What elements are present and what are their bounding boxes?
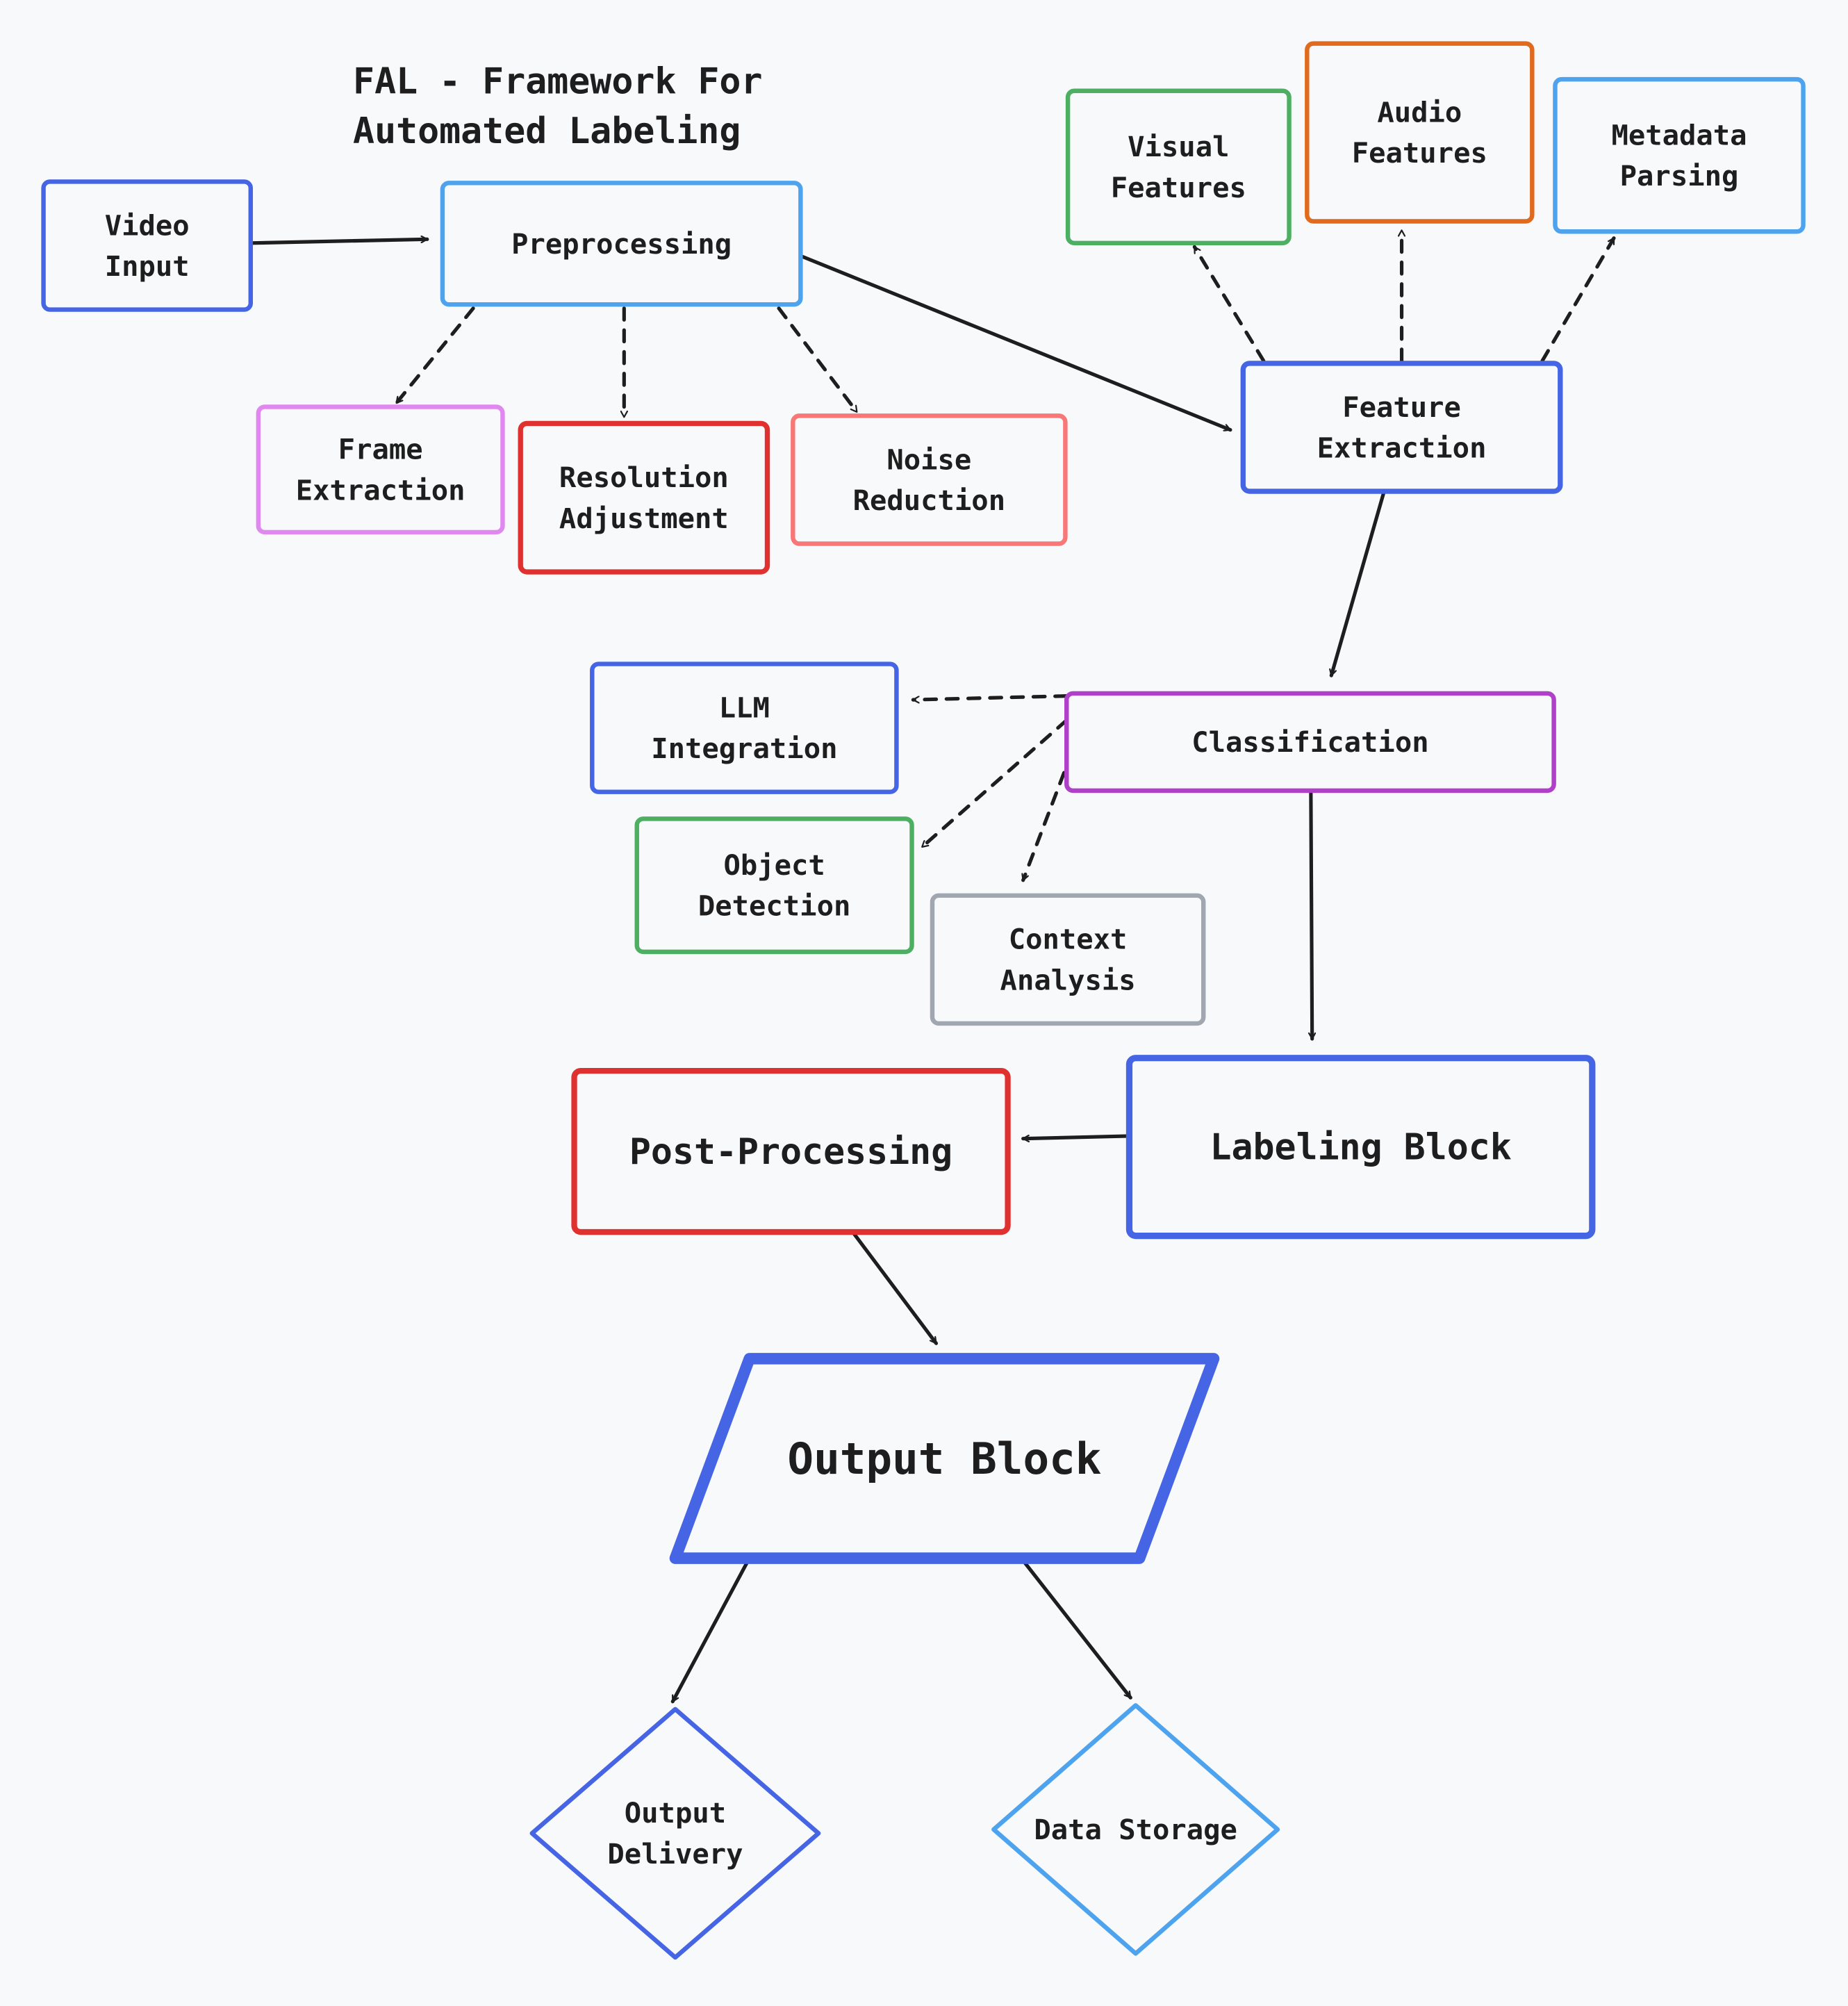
node-labeling-block[interactable]: Labeling Block — [1125, 1055, 1596, 1240]
audio-features-label-line-1: Audio — [1377, 95, 1462, 129]
output-delivery-label-line-2: Delivery — [607, 1837, 743, 1871]
edge-labeling-block-to-post-processing — [1021, 1134, 1132, 1139]
frame-extraction-label-line-2: Extraction — [296, 473, 465, 507]
node-frame-extraction[interactable]: Frame Extraction — [256, 404, 505, 535]
data-storage-label-line-1: Data Storage — [1034, 1813, 1237, 1846]
edge-video-input-to-preprocessing — [249, 239, 429, 245]
node-context-analysis[interactable]: Context Analysis — [930, 893, 1206, 1026]
metadata-parsing-label-line-1: Metadata — [1611, 119, 1747, 152]
feature-extraction-box — [1240, 361, 1563, 494]
audio-features-label-line-2: Features — [1352, 136, 1487, 170]
node-preprocessing[interactable]: Preprocessing — [440, 181, 803, 307]
edge-post-processing-to-output-block — [850, 1228, 939, 1345]
edge-classification-to-labeling-block — [1311, 789, 1312, 1041]
feature-extraction-label-line-2: Extraction — [1317, 431, 1487, 465]
object-detection-label-line-2: Detection — [698, 889, 850, 923]
context-analysis-label-line-2: Analysis — [1000, 963, 1136, 996]
diagram-title: FAL - Framework For Automated Labeling — [353, 60, 762, 152]
audio-features-box — [1305, 41, 1535, 224]
node-data-storage[interactable]: Data Storage — [991, 1703, 1280, 1956]
resolution-adjustment-label-line-2: Adjustment — [559, 502, 729, 535]
video-input-label-line-1: Video — [105, 208, 190, 242]
classification-label-line-1: Classification — [1191, 725, 1428, 759]
node-metadata-parsing[interactable]: Metadata Parsing — [1553, 76, 1806, 234]
node-visual-features[interactable]: Visual Features — [1065, 88, 1292, 246]
video-input-box — [41, 179, 254, 312]
node-feature-extraction[interactable]: Feature Extraction — [1240, 361, 1563, 494]
edge-preprocessing-to-noise-reduction — [777, 306, 859, 414]
context-analysis-label-line-1: Context — [1009, 923, 1128, 956]
node-audio-features[interactable]: Audio Features — [1305, 41, 1535, 224]
visual-features-box — [1065, 88, 1292, 246]
node-classification[interactable]: Classification — [1064, 691, 1556, 794]
frame-extraction-label-line-1: Frame — [338, 433, 423, 466]
output-delivery-diamond — [529, 1707, 821, 1960]
title-line-1: FAL - Framework For — [353, 60, 762, 102]
preprocessing-label-line-1: Preprocessing — [511, 227, 732, 261]
noise-reduction-label-line-1: Noise — [886, 443, 971, 476]
nodes-layer: Video Input Preprocessing Frame Extraction Re… — [41, 41, 1806, 1960]
video-input-label-line-2: Input — [105, 249, 190, 283]
flowchart-canvas: Video Input Preprocessing Frame Extraction Re… — [41, 41, 1806, 1960]
edge-preprocessing-to-frame-extraction — [395, 306, 475, 405]
node-noise-reduction[interactable]: Noise Reduction — [791, 413, 1068, 546]
object-detection-box — [634, 816, 914, 955]
output-block-label-line-1: Output Block — [787, 1433, 1101, 1484]
visual-features-label-line-1: Visual — [1128, 130, 1229, 163]
frame-extraction-box — [256, 404, 505, 535]
edge-feature-extraction-to-visual-features — [1192, 245, 1266, 363]
context-analysis-box — [930, 893, 1206, 1026]
title-line-2: Automated Labeling — [353, 110, 741, 152]
resolution-adjustment-box — [518, 420, 770, 575]
metadata-parsing-box — [1553, 76, 1806, 234]
visual-features-label-line-2: Features — [1111, 171, 1246, 204]
edge-classification-to-llm-integration — [911, 694, 1069, 700]
feature-extraction-label-line-1: Feature — [1342, 390, 1461, 424]
edge-output-block-to-data-storage — [1017, 1554, 1132, 1700]
node-post-processing[interactable]: Post-Processing — [571, 1067, 1011, 1235]
llm-integration-box — [590, 661, 899, 794]
node-llm-integration[interactable]: LLM Integration — [590, 661, 899, 794]
edge-preprocessing-to-feature-extraction — [798, 254, 1232, 432]
node-resolution-adjustment[interactable]: Resolution Adjustment — [518, 420, 770, 575]
resolution-adjustment-label-line-1: Resolution — [559, 461, 729, 494]
node-output-block[interactable]: Output Block — [669, 1353, 1220, 1564]
object-detection-label-line-1: Object — [723, 848, 825, 882]
edge-feature-extraction-to-metadata-parsing — [1540, 236, 1616, 363]
edge-feature-extraction-to-classification — [1331, 491, 1386, 677]
output-delivery-label-line-1: Output — [625, 1796, 726, 1830]
edge-classification-to-context-analysis — [1021, 771, 1066, 882]
edge-output-block-to-output-delivery — [670, 1554, 753, 1704]
llm-integration-label-line-2: Integration — [651, 732, 837, 765]
node-output-delivery[interactable]: Output Delivery — [529, 1707, 821, 1960]
post-processing-label-line-1: Post-Processing — [629, 1131, 952, 1173]
noise-reduction-box — [791, 413, 1068, 546]
edge-classification-to-object-detection — [920, 718, 1069, 849]
node-video-input[interactable]: Video Input — [41, 179, 254, 312]
noise-reduction-label-line-2: Reduction — [853, 484, 1005, 517]
node-object-detection[interactable]: Object Detection — [634, 816, 914, 955]
llm-integration-label-line-1: LLM — [719, 691, 770, 724]
labeling-block-label-line-1: Labeling Block — [1210, 1127, 1511, 1169]
metadata-parsing-label-line-2: Parsing — [1620, 159, 1739, 192]
